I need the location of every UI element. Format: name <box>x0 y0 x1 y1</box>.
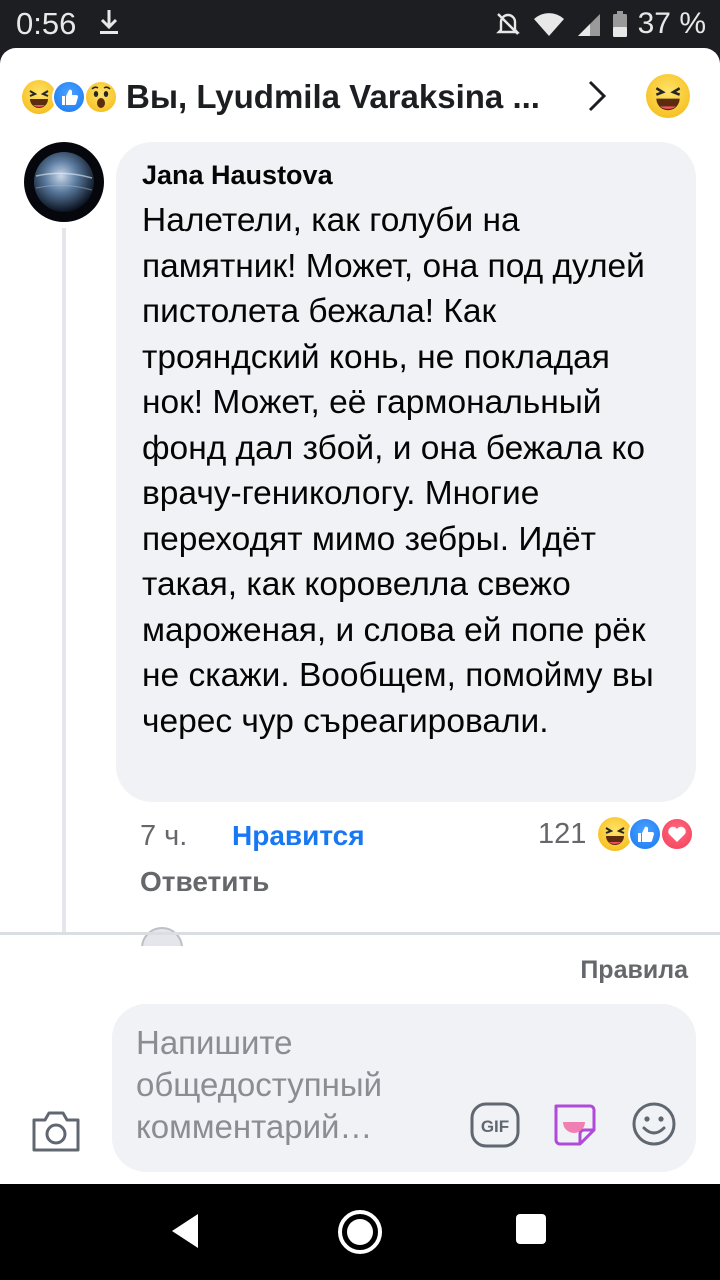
reactions-header[interactable]: Вы, Lyudmila Varaksina ... <box>0 48 720 144</box>
header-reactions <box>22 80 122 118</box>
download-arrow-icon <box>98 6 120 45</box>
signal-icon <box>576 10 602 38</box>
battery-icon <box>612 10 628 38</box>
composer-divider <box>0 932 720 935</box>
system-nav-bar <box>0 1184 720 1280</box>
camera-icon[interactable] <box>30 1108 82 1159</box>
battery-percent: 37 % <box>637 7 706 40</box>
smiley-icon[interactable] <box>630 1100 678 1153</box>
comment-input-placeholder: Напишите общедоступный комментарий… <box>136 1024 383 1145</box>
rules-link[interactable]: Правила <box>580 954 688 986</box>
gif-label: GIF <box>481 1117 509 1136</box>
gif-icon[interactable]: GIF <box>470 1102 520 1153</box>
avatar[interactable] <box>24 142 104 222</box>
like-emoji-icon <box>52 80 86 114</box>
comment-time: 7 ч. <box>140 820 188 852</box>
chevron-right-icon[interactable] <box>584 78 610 119</box>
comment-reactions[interactable] <box>598 816 698 852</box>
love-emoji-icon <box>660 817 694 851</box>
haha-emoji-icon <box>22 80 56 114</box>
comment-text: Налетели, как голуби на памятник! Может,… <box>142 202 654 740</box>
reaction-count[interactable]: 121 <box>538 816 586 852</box>
comment-author[interactable]: Jana Haustova <box>142 158 670 192</box>
thread-line <box>62 228 66 932</box>
home-icon[interactable] <box>336 1208 384 1261</box>
wow-emoji-icon <box>84 80 118 114</box>
wifi-icon <box>532 10 566 38</box>
next-comment-avatar <box>140 926 184 946</box>
like-button[interactable]: Нравится <box>232 818 365 854</box>
status-time: 0:56 <box>16 6 77 41</box>
like-emoji-icon <box>628 817 662 851</box>
recents-icon[interactable] <box>516 1214 546 1244</box>
status-icons: 37 % <box>494 6 706 42</box>
header-title[interactable]: Вы, Lyudmila Varaksina ... <box>126 76 566 118</box>
header-reaction-button[interactable] <box>646 74 690 118</box>
reply-button[interactable]: Ответить <box>140 864 269 900</box>
sticker-icon[interactable] <box>550 1100 598 1153</box>
status-bar: 0:56 37 % <box>0 0 720 48</box>
comment-bubble[interactable]: Jana Haustova Налетели, как голуби на па… <box>116 142 696 802</box>
mute-icon <box>494 10 522 38</box>
haha-emoji-icon <box>598 817 632 851</box>
comment-input[interactable]: Напишите общедоступный комментарий… GIF <box>112 1004 696 1172</box>
comments-sheet: Вы, Lyudmila Varaksina ... Jana Haustova… <box>0 48 720 1184</box>
back-icon[interactable] <box>168 1212 202 1255</box>
